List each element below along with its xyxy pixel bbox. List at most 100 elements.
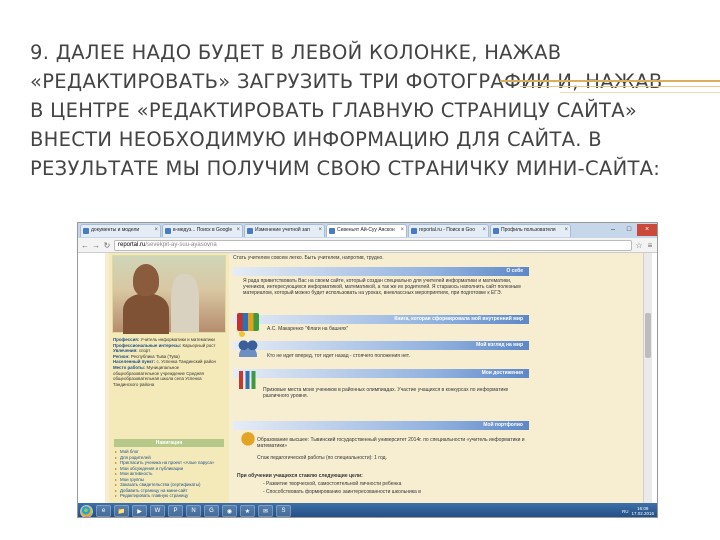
tab-label: Профиль пользователя bbox=[501, 227, 556, 233]
skype-icon[interactable]: S bbox=[276, 505, 291, 517]
portfolio-line: При обучении учащихся ставлю следующие ц… bbox=[237, 473, 363, 479]
browser-screenshot: документы и модели × в-медуз... Поиск в G… bbox=[77, 222, 658, 518]
profile-value: Учитель информатики и математики bbox=[140, 337, 215, 342]
close-tab-icon[interactable]: × bbox=[482, 225, 486, 236]
portfolio-line: Стаж педагогической работы (по специальн… bbox=[257, 455, 387, 461]
tab-label: документы и модели bbox=[91, 227, 140, 233]
profile-label: Увлечения: bbox=[113, 348, 138, 354]
slide-title: 9. ДАЛЕЕ НАДО БУДЕТ В ЛЕВОЙ КОЛОНКЕ, НАЖ… bbox=[30, 41, 663, 180]
vertical-scrollbar[interactable] bbox=[643, 253, 652, 503]
navigation-list: Мой блог Для родителей Пригласить ученик… bbox=[115, 449, 225, 499]
profile-value: Республика Тыва (Тува) bbox=[130, 353, 180, 359]
portfolio-line: - Способствовать формированию заинтересо… bbox=[263, 489, 421, 495]
reload-button[interactable]: ↻ bbox=[103, 241, 111, 250]
browser-tab[interactable]: Профиль пользователя × bbox=[490, 224, 571, 237]
clock[interactable]: 16:09 17.02.2016 bbox=[631, 506, 654, 516]
nav-link-edit-main-page[interactable]: Редактировать главную страницу bbox=[115, 493, 225, 499]
page-viewport: Профессия: Учитель информатики и математ… bbox=[78, 253, 657, 503]
left-column: Профессия: Учитель информатики и математ… bbox=[109, 253, 229, 503]
close-tab-icon[interactable]: × bbox=[236, 225, 240, 236]
url-domain: reportal.ru bbox=[118, 241, 146, 248]
photo-figure bbox=[133, 264, 159, 296]
ie-icon[interactable]: e bbox=[96, 505, 111, 517]
portfolio-line: Образование высшее: Тывинский государств… bbox=[257, 437, 525, 449]
decorative-line bbox=[520, 86, 720, 87]
browser-tab[interactable]: в-медуз... Поиск в Google × bbox=[162, 224, 243, 237]
profile-value: спорт bbox=[138, 348, 151, 354]
onenote-icon[interactable]: N bbox=[186, 505, 201, 517]
intro-quote: Стать учителем совсем легко. Быть учител… bbox=[233, 255, 384, 261]
media-player-icon[interactable]: ▶ bbox=[132, 505, 147, 517]
url-path: /sevekpit-ay-suu-ayasovna bbox=[145, 241, 217, 248]
profile-info: Профессия: Учитель информатики и математ… bbox=[113, 337, 225, 387]
profile-row: Место работы: Муниципальное общеобразова… bbox=[113, 365, 225, 387]
decorative-line bbox=[560, 92, 720, 93]
navigation-heading: Навигация bbox=[114, 439, 224, 447]
browser-tab-active[interactable]: Севеньят Ай-Суу Аяскон × bbox=[326, 224, 407, 237]
profile-value: Карьерный рост bbox=[182, 342, 216, 348]
favicon-icon bbox=[329, 228, 335, 234]
section-header-achievements: Мои достижения bbox=[233, 369, 529, 378]
achievements-text: Призовые места моих учеников в районных … bbox=[263, 387, 509, 399]
minimize-button[interactable]: – bbox=[605, 224, 621, 236]
powerpoint-icon[interactable]: P bbox=[168, 505, 183, 517]
profile-label: Профессия: bbox=[113, 337, 140, 342]
star-app-icon[interactable]: ★ bbox=[240, 505, 255, 517]
favicon-icon bbox=[493, 228, 499, 234]
portfolio-line: - Развитие творческой, самостоятельной л… bbox=[263, 481, 402, 487]
folder-icon[interactable]: 📁 bbox=[114, 505, 129, 517]
back-button[interactable]: ← bbox=[81, 241, 89, 250]
main-column: Стать учителем совсем легко. Быть учител… bbox=[233, 253, 529, 503]
close-tab-icon[interactable]: × bbox=[154, 225, 158, 236]
photo-figure bbox=[123, 294, 169, 334]
book-text: А.С. Макаренко "Флаги на башнях" bbox=[267, 326, 349, 332]
language-indicator[interactable]: RU bbox=[622, 509, 629, 514]
profile-label: Населенный пункт: bbox=[113, 359, 156, 365]
section-header-worldview: Мой взгляд на мир bbox=[233, 341, 529, 350]
mail-icon[interactable]: ✉ bbox=[258, 505, 273, 517]
browser-tab[interactable]: reportal.ru - Поиск в Goo × bbox=[408, 224, 489, 237]
tab-bar: документы и модели × в-медуз... Поиск в G… bbox=[78, 223, 657, 238]
profile-photo[interactable] bbox=[112, 255, 226, 334]
tab-label: reportal.ru - Поиск в Goo bbox=[419, 227, 475, 233]
system-tray: RU 16:09 17.02.2016 bbox=[622, 506, 657, 516]
worldview-text: Кто не идет вперед, тот идет назад - сто… bbox=[267, 353, 410, 359]
scrollbar-thumb[interactable] bbox=[645, 313, 651, 358]
close-window-button[interactable]: × bbox=[637, 224, 657, 236]
address-bar-row: ← → ↻ reportal.ru/sevekpit-ay-suu-ayasov… bbox=[78, 238, 657, 253]
clock-date: 17.02.2016 bbox=[631, 511, 654, 516]
profile-label: Место работы: bbox=[113, 364, 146, 370]
profile-value: с. Успенка Тандинский район bbox=[156, 359, 216, 365]
profile-label: Регион: bbox=[113, 353, 130, 359]
bookmark-star-icon[interactable]: ☆ bbox=[635, 241, 643, 250]
word-icon[interactable]: W bbox=[150, 505, 165, 517]
address-input[interactable]: reportal.ru/sevekpit-ay-suu-ayasovna bbox=[114, 239, 632, 251]
favicon-icon bbox=[247, 228, 253, 234]
section-header-book: Книга, которая сформировала мой внутренн… bbox=[233, 315, 529, 324]
about-text: Я рада приветствовать Вас на своем сайте… bbox=[243, 278, 521, 296]
favicon-icon bbox=[165, 228, 171, 234]
start-button[interactable] bbox=[80, 504, 93, 517]
window-controls: – □ × bbox=[605, 224, 657, 238]
favicon-icon bbox=[411, 228, 417, 234]
profile-label: Профессиональные интересы: bbox=[113, 342, 182, 348]
photo-figure bbox=[171, 274, 199, 332]
tab-label: Севеньят Ай-Суу Аяскон bbox=[337, 227, 395, 233]
section-header-about: О себе bbox=[233, 267, 529, 276]
close-tab-icon[interactable]: × bbox=[564, 225, 568, 236]
section-header-portfolio: Мой портфолио bbox=[233, 421, 529, 430]
browser-tab[interactable]: Изменение учетной зап × bbox=[244, 224, 325, 237]
maximize-button[interactable]: □ bbox=[621, 224, 637, 236]
favicon-icon bbox=[83, 228, 89, 234]
browser-tab[interactable]: документы и модели × bbox=[80, 224, 161, 237]
close-tab-icon[interactable]: × bbox=[400, 225, 404, 236]
app-icon[interactable]: ◉ bbox=[222, 505, 237, 517]
forward-button[interactable]: → bbox=[92, 241, 100, 250]
browser-menu-icon[interactable]: ≡ bbox=[646, 241, 654, 250]
tab-label: Изменение учетной зап bbox=[255, 227, 310, 233]
tab-label: в-медуз... Поиск в Google bbox=[173, 227, 233, 233]
windows-taskbar: e 📁 ▶ W P N G ◉ ★ ✉ S RU 16:09 17.02.201… bbox=[78, 503, 657, 517]
chrome-icon[interactable]: G bbox=[204, 505, 219, 517]
decorative-line bbox=[500, 80, 720, 82]
close-tab-icon[interactable]: × bbox=[318, 225, 322, 236]
